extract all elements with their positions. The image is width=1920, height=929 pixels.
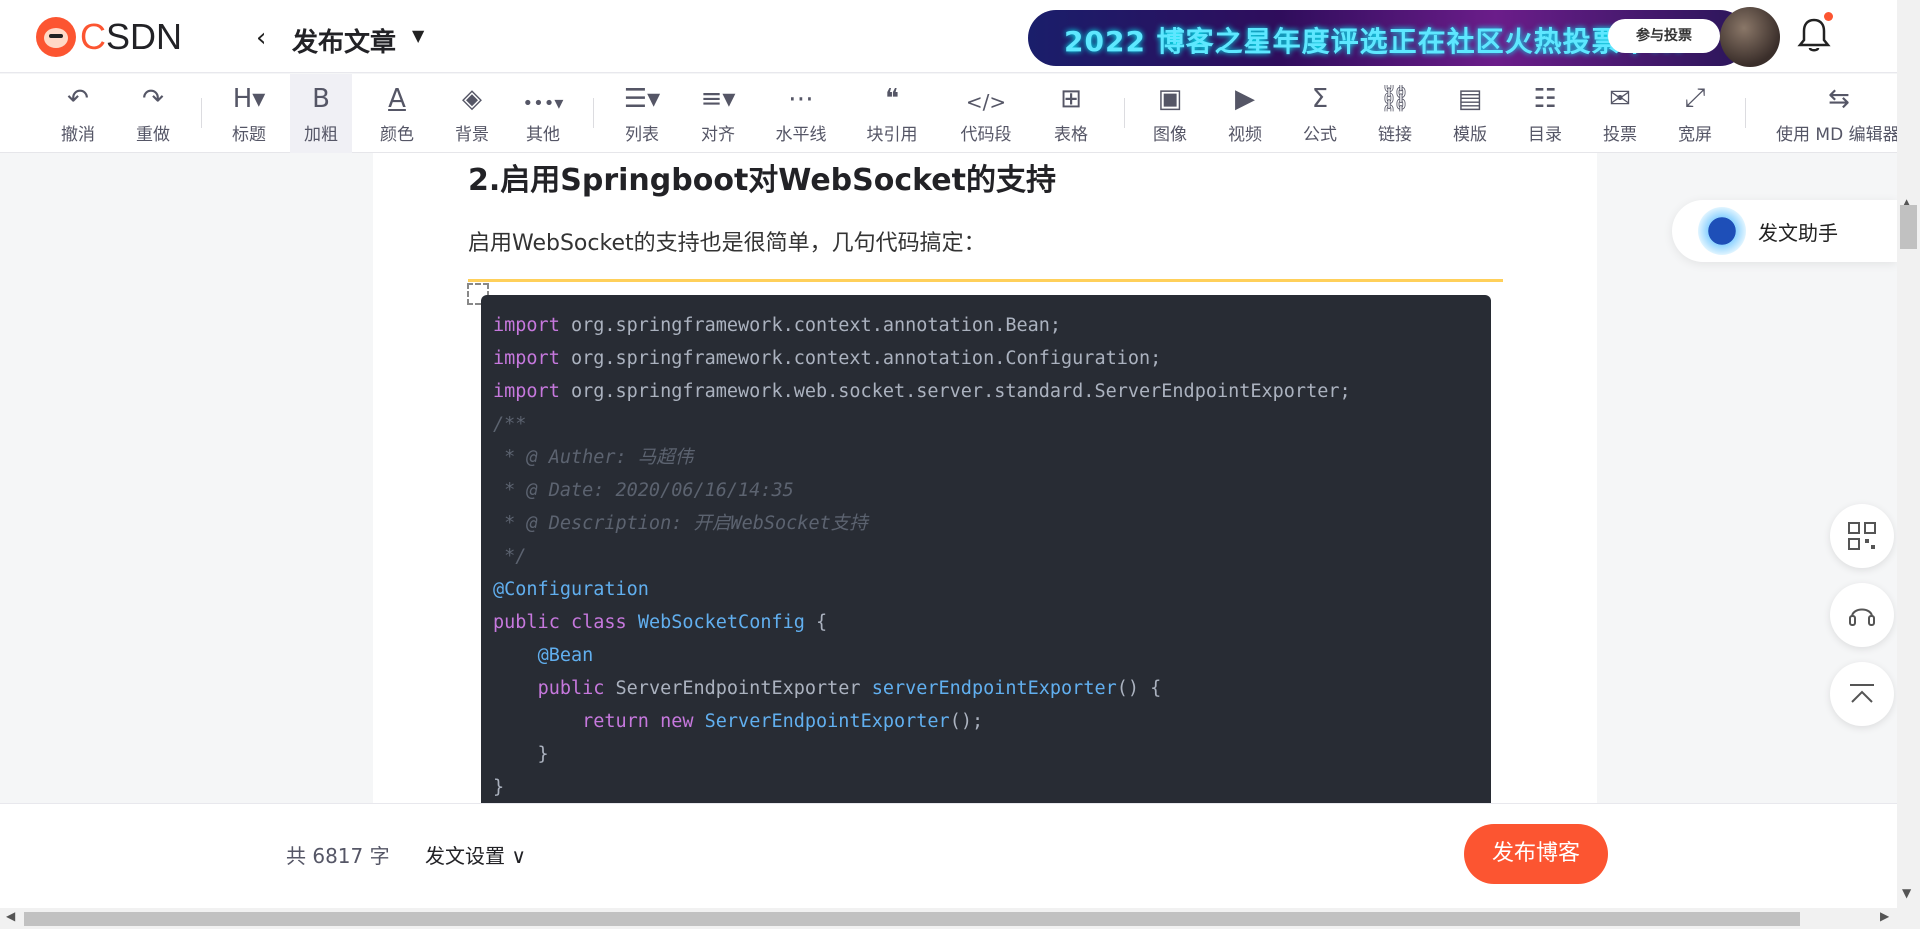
background-button[interactable]: ◈ 背景 — [446, 74, 498, 153]
section-heading: 2.启用Springboot对WebSocket的支持 — [468, 163, 1056, 198]
code-icon: </> — [965, 90, 1007, 114]
video-icon: ▶ — [1235, 84, 1255, 114]
scroll-left-arrow-icon[interactable]: ◀ — [6, 909, 15, 923]
redo-icon: ↷ — [142, 84, 164, 114]
color-button[interactable]: A 颜色 — [371, 74, 423, 153]
horizontal-rule-icon: ⋯ — [788, 84, 814, 114]
formula-button[interactable]: Σ 公式 — [1294, 74, 1346, 153]
table-button[interactable]: ⊞ 表格 — [1045, 74, 1097, 153]
heading-button[interactable]: H▾ 标题 — [223, 74, 275, 153]
writing-assistant[interactable]: 发文助手 — [1672, 200, 1897, 262]
paint-bucket-icon: ◈ — [462, 84, 482, 114]
bold-icon: B — [312, 84, 330, 114]
assistant-icon — [1698, 207, 1746, 255]
font-color-icon: A — [388, 84, 406, 114]
editor-app: CSDN ‹ 发布文章 ▼ 2022 博客之星年度评选正在社区火热投票中... … — [0, 0, 1920, 929]
editor-area: 2.启用Springboot对WebSocket的支持 启用WebSocket的… — [0, 153, 1897, 803]
link-icon: ⛓ — [1378, 84, 1412, 114]
chevron-left-icon[interactable]: ‹ — [256, 24, 276, 52]
sigma-icon: Σ — [1311, 84, 1329, 114]
more-dots-icon: •••▾ — [522, 93, 564, 114]
paragraph: 启用WebSocket的支持也是很简单，几句代码搞定： — [468, 231, 986, 256]
editor-toolbar: ↶ 撤消 ↷ 重做 H▾ 标题 B 加粗 A 颜色 ◈ 背景 •••▾ 其他 ☰▾ 列表 ≡▾ 对… — [0, 74, 1897, 153]
notification-dot — [1824, 12, 1833, 21]
vote-tool-button[interactable]: ✉ 投票 — [1594, 74, 1646, 153]
bottom-bar: 共 6817 字 发文设置 ∨ 发布博客 — [0, 803, 1897, 908]
link-button[interactable]: ⛓ 链接 — [1369, 74, 1421, 153]
align-icon: ≡▾ — [700, 84, 736, 114]
page-title: 发布文章 — [292, 28, 397, 58]
redo-button[interactable]: ↷ 重做 — [127, 74, 179, 153]
quote-icon: ❝ — [885, 84, 899, 114]
headset-icon[interactable] — [1830, 583, 1894, 647]
assistant-label: 发文助手 — [1758, 221, 1838, 245]
monkey-logo-icon — [36, 17, 76, 57]
caret-down-icon[interactable]: ▼ — [412, 26, 424, 45]
toolbar-divider — [201, 98, 202, 128]
toolbar-divider — [1124, 98, 1125, 128]
focus-highlight-line — [468, 279, 1503, 282]
banner-avatar — [1720, 7, 1780, 67]
vote-button[interactable]: 参与投票 — [1608, 19, 1720, 53]
scroll-right-arrow-icon[interactable]: ▶ — [1880, 909, 1889, 923]
banner-text: 2022 博客之星年度评选正在社区火热投票中... — [1064, 25, 1685, 58]
undo-button[interactable]: ↶ 撤消 — [52, 74, 104, 153]
word-count: 共 6817 字 — [286, 844, 390, 868]
list-icon: ☰▾ — [623, 84, 661, 114]
scroll-down-arrow-icon[interactable]: ▼ — [1902, 886, 1911, 900]
image-button[interactable]: ▣ 图像 — [1144, 74, 1196, 153]
editor-paper[interactable]: 2.启用Springboot对WebSocket的支持 启用WebSocket的… — [373, 153, 1597, 803]
csdn-logo[interactable]: CSDN — [36, 16, 182, 58]
publish-button[interactable]: 发布博客 — [1464, 824, 1608, 884]
video-button[interactable]: ▶ 视频 — [1219, 74, 1271, 153]
vertical-scroll-thumb[interactable] — [1900, 205, 1917, 249]
publish-settings-dropdown[interactable]: 发文设置 ∨ — [425, 840, 526, 869]
vote-icon: ✉ — [1609, 84, 1631, 114]
image-icon: ▣ — [1157, 84, 1183, 114]
horizontal-scroll-thumb[interactable] — [24, 912, 1800, 926]
toolbar-divider — [593, 98, 594, 128]
promo-banner[interactable]: 2022 博客之星年度评选正在社区火热投票中... 参与投票 — [1028, 10, 1748, 66]
code-block[interactable]: import org.springframework.context.annot… — [481, 295, 1491, 803]
toc-button[interactable]: ☷ 目录 — [1519, 74, 1571, 153]
bell-icon[interactable] — [1796, 16, 1832, 54]
template-icon: ▤ — [1457, 84, 1483, 114]
toc-icon: ☷ — [1533, 84, 1557, 114]
qrcode-icon[interactable] — [1830, 504, 1894, 568]
widescreen-button[interactable]: ⤢ 宽屏 — [1669, 74, 1721, 153]
md-editor-button[interactable]: ⇆ 使用 MD 编辑器 — [1776, 74, 1897, 153]
align-button[interactable]: ≡▾ 对齐 — [692, 74, 744, 153]
more-button[interactable]: •••▾ 其他 — [514, 74, 572, 153]
chevron-down-icon: ∨ — [505, 844, 526, 868]
template-button[interactable]: ▤ 模版 — [1444, 74, 1496, 153]
switch-icon: ⇆ — [1828, 84, 1850, 114]
list-button[interactable]: ☰▾ 列表 — [616, 74, 668, 153]
expand-icon: ⤢ — [1684, 83, 1706, 113]
bold-button[interactable]: B 加粗 — [290, 74, 352, 153]
undo-icon: ↶ — [67, 84, 89, 114]
heading-icon: H▾ — [232, 84, 266, 114]
top-header: CSDN ‹ 发布文章 ▼ 2022 博客之星年度评选正在社区火热投票中... … — [0, 0, 1897, 73]
table-icon: ⊞ — [1060, 84, 1082, 114]
code-block-button[interactable]: </> 代码段 — [951, 74, 1021, 153]
vertical-scrollbar[interactable] — [1897, 0, 1920, 908]
horizontal-rule-button[interactable]: ⋯ 水平线 — [766, 74, 836, 153]
logo-text: CSDN — [80, 16, 183, 57]
blockquote-button[interactable]: ❝ 块引用 — [857, 74, 927, 153]
back-to-top-icon[interactable] — [1830, 662, 1894, 726]
toolbar-divider — [1745, 98, 1746, 128]
